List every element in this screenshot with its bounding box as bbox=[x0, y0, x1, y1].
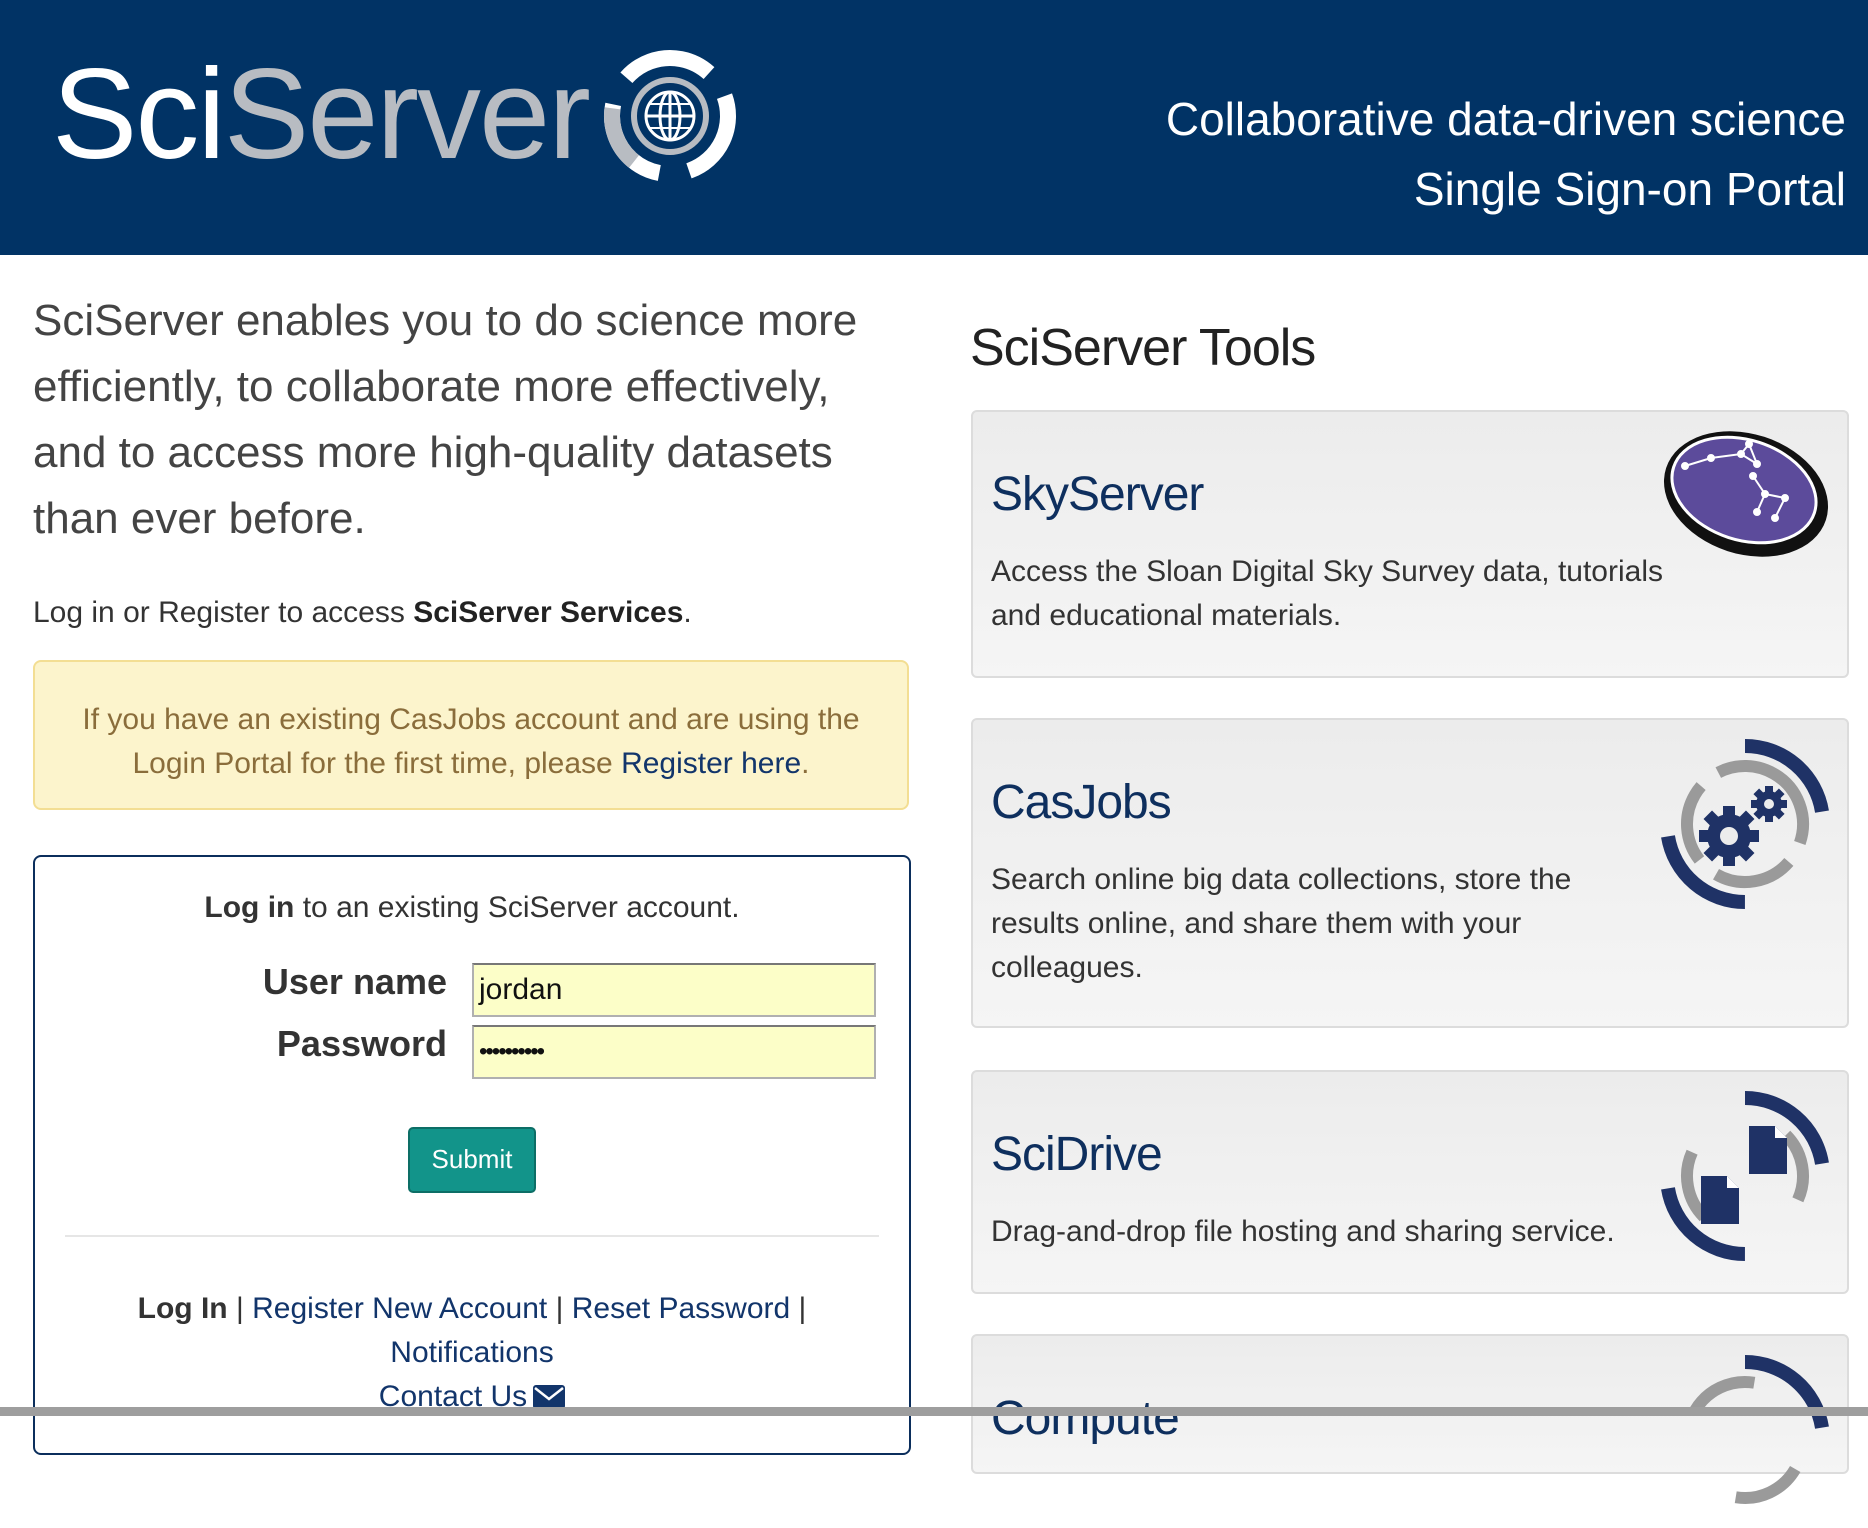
tool-card-scidrive[interactable]: SciDrive Drag-and-drop file hosting and … bbox=[971, 1070, 1849, 1294]
site-header: SciServer Collaborative data-driven scie… bbox=[0, 0, 1868, 255]
files-icon bbox=[1660, 1091, 1830, 1261]
tool-desc-line: and educational materials. bbox=[991, 599, 1342, 632]
login-prompt-rest: to an existing SciServer account. bbox=[294, 891, 740, 924]
tool-card-compute[interactable]: Compute bbox=[971, 1334, 1849, 1525]
tool-desc-line: Drag-and-drop file hosting and sharing s… bbox=[991, 1215, 1615, 1248]
password-input[interactable]: •••••••••• bbox=[472, 1025, 876, 1079]
sciserver-logo-text[interactable]: SciServer bbox=[52, 40, 591, 190]
tools-title: SciServer Tools bbox=[970, 319, 1316, 377]
compute-icon bbox=[1660, 1355, 1830, 1525]
envelope-icon[interactable] bbox=[533, 1385, 566, 1409]
links-row2: Notifications bbox=[35, 1331, 909, 1375]
link-separator: | bbox=[798, 1292, 807, 1325]
bottom-scroll-edge bbox=[0, 1407, 1868, 1416]
tool-desc-scidrive: Drag-and-drop file hosting and sharing s… bbox=[991, 1210, 1615, 1254]
casjobs-alert: If you have an existing CasJobs account … bbox=[33, 660, 909, 810]
login-prompt: Log in to an existing SciServer account. bbox=[35, 891, 909, 925]
register-here-link[interactable]: Register here bbox=[621, 747, 801, 780]
alert-line1: If you have an existing CasJobs account … bbox=[82, 703, 860, 736]
link-separator: | bbox=[235, 1292, 244, 1325]
tagline-line1: Collaborative data-driven science bbox=[1165, 93, 1846, 145]
tool-desc-line: results online, and share them with your bbox=[991, 907, 1522, 940]
tool-desc-line: Access the Sloan Digital Sky Survey data… bbox=[991, 555, 1663, 588]
link-separator: | bbox=[555, 1292, 564, 1325]
tool-name-scidrive[interactable]: SciDrive bbox=[991, 1127, 1163, 1182]
password-label: Password bbox=[276, 1023, 447, 1064]
login-note-prefix: Log in or Register to access bbox=[33, 596, 414, 629]
register-account-link[interactable]: Register New Account bbox=[252, 1292, 547, 1325]
intro-text: SciServer enables you to do science more… bbox=[33, 296, 858, 543]
tool-desc-line: colleagues. bbox=[991, 951, 1143, 984]
tool-desc-casjobs: Search online big data collections, stor… bbox=[991, 858, 1571, 990]
header-tagline: Collaborative data-driven science Single… bbox=[1166, 84, 1846, 224]
login-form: Log in to an existing SciServer account.… bbox=[33, 855, 911, 1455]
form-divider bbox=[65, 1235, 879, 1237]
constellation-icon bbox=[1663, 431, 1829, 557]
login-prompt-bold: Log in bbox=[204, 891, 295, 924]
logo-sci: Sci bbox=[52, 43, 226, 186]
tool-name-skyserver[interactable]: SkyServer bbox=[991, 467, 1204, 522]
links-row1: Log In | Register New Account | Reset Pa… bbox=[35, 1287, 909, 1331]
account-links: Log In | Register New Account | Reset Pa… bbox=[35, 1287, 909, 1419]
login-note-suffix: . bbox=[683, 596, 692, 629]
logo-server: Server bbox=[223, 43, 591, 186]
notifications-link[interactable]: Notifications bbox=[390, 1336, 553, 1369]
login-link-current: Log In bbox=[137, 1292, 228, 1325]
reset-password-link[interactable]: Reset Password bbox=[572, 1292, 790, 1325]
alert-line2-text: Login Portal for the first time, please bbox=[132, 747, 622, 780]
tool-card-casjobs[interactable]: CasJobs Search online big data collectio… bbox=[971, 718, 1849, 1028]
tool-name-casjobs[interactable]: CasJobs bbox=[991, 775, 1172, 830]
globe-logo-icon bbox=[604, 50, 736, 182]
gears-icon bbox=[1660, 739, 1830, 909]
tool-name-compute[interactable]: Compute bbox=[991, 1391, 1180, 1446]
username-input[interactable]: jordan bbox=[472, 963, 876, 1017]
tool-desc-line: Search online big data collections, stor… bbox=[991, 863, 1572, 896]
tool-card-skyserver[interactable]: SkyServer Access the Sloan Digital Sky S… bbox=[971, 410, 1849, 678]
tool-desc-skyserver: Access the Sloan Digital Sky Survey data… bbox=[991, 550, 1663, 638]
submit-button[interactable]: Submit bbox=[408, 1127, 536, 1193]
alert-line2: Login Portal for the first time, please … bbox=[35, 742, 907, 786]
login-note-bold: SciServer Services bbox=[413, 596, 684, 629]
tagline-line2: Single Sign-on Portal bbox=[1413, 163, 1846, 215]
login-note: Log in or Register to access SciServer S… bbox=[33, 596, 692, 630]
alert-suffix: . bbox=[801, 747, 810, 780]
username-label: User name bbox=[262, 961, 447, 1002]
